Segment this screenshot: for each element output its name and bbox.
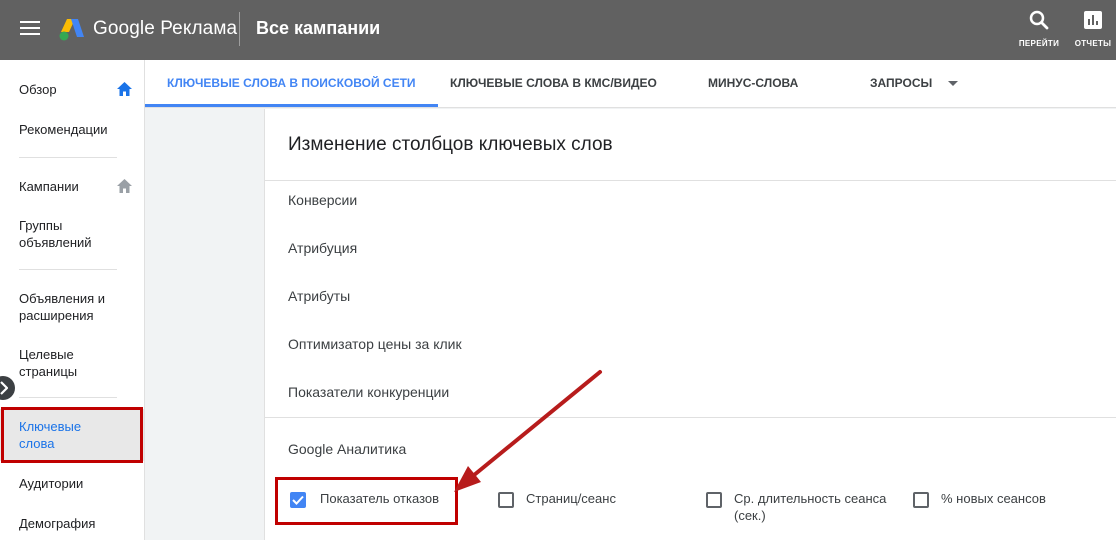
checkbox-pages-per-session[interactable]: Страниц/сеанс [498,490,648,514]
sidebar-item-demographics[interactable]: Демография [0,515,144,532]
sidebar-item-label: Ключевые слова [19,419,82,451]
sidebar-item-recommendations[interactable]: Рекомендации [0,121,144,138]
sidebar-divider [19,157,117,158]
search-icon [1029,10,1049,30]
checkbox-new-sessions[interactable]: % новых сеансов [913,490,1073,514]
tab-negative-keywords[interactable]: МИНУС-СЛОВА [708,60,798,107]
home-icon [117,179,132,193]
sidebar-item-keywords[interactable]: Ключевые слова [0,409,144,461]
panel-title: Изменение столбцов ключевых слов [288,134,613,155]
checkbox-bounce-rate[interactable]: Показатель отказов [290,490,450,514]
category-competitive-metrics[interactable]: Показатели конкуренции [288,384,449,400]
header-divider [239,12,240,46]
keyword-tabs: КЛЮЧЕВЫЕ СЛОВА В ПОИСКОВОЙ СЕТИ КЛЮЧЕВЫЕ… [145,60,1116,108]
left-navigation: Обзор Рекомендации Кампании Группы объяв… [0,60,145,540]
category-attribution[interactable]: Атрибуция [288,240,357,256]
sidebar-divider [19,269,117,270]
checkbox-avg-session-duration[interactable]: Ср. длительность сеанса (сек.) [706,490,906,526]
checkbox-label-line2: (сек.) [734,508,766,523]
sidebar-item-label: Группы объявлений [19,218,92,250]
tab-label: КЛЮЧЕВЫЕ СЛОВА В ПОИСКОВОЙ СЕТИ [167,76,416,90]
category-cpc-optimizer[interactable]: Оптимизатор цены за клик [288,336,462,352]
sidebar-divider [19,397,117,398]
top-app-bar: Google Реклама Все кампании ПЕРЕЙТИ ОТЧЕ… [0,0,1116,60]
modify-columns-panel: Изменение столбцов ключевых слов Конверс… [264,109,1116,540]
sidebar-item-label: Демография [19,516,96,531]
sidebar-item-ad-groups[interactable]: Группы объявлений [0,217,110,251]
hamburger-menu-icon[interactable] [20,21,40,37]
reports-button[interactable]: ОТЧЕТЫ [1068,10,1116,48]
checkbox-empty-icon [913,492,929,508]
home-icon [117,82,132,96]
checkbox-label: % новых сеансов [941,491,1046,506]
checkbox-empty-icon [706,492,722,508]
sidebar-item-label: Обзор [19,82,57,97]
category-conversions[interactable]: Конверсии [288,192,357,208]
google-ads-logo-icon [59,19,84,41]
sidebar-item-label: Рекомендации [19,122,108,137]
tab-display-video-keywords[interactable]: КЛЮЧЕВЫЕ СЛОВА В КМС/ВИДЕО [450,60,657,107]
page-title: Все кампании [256,18,381,38]
panel-divider [265,180,1116,181]
bar-chart-icon [1084,11,1102,29]
sidebar-item-landing-pages[interactable]: Целевые страницы [0,346,100,380]
category-attributes[interactable]: Атрибуты [288,288,350,304]
category-google-analytics[interactable]: Google Аналитика [288,441,406,457]
panel-divider [265,417,1116,418]
checkbox-label: Страниц/сеанс [526,491,616,506]
checkbox-empty-icon [498,492,514,508]
chevron-right-icon [0,381,8,395]
caret-down-icon [947,81,958,87]
reports-label: ОТЧЕТЫ [1074,39,1112,48]
tab-label: МИНУС-СЛОВА [708,76,799,90]
tab-search-keywords[interactable]: КЛЮЧЕВЫЕ СЛОВА В ПОИСКОВОЙ СЕТИ [145,60,438,107]
tab-label: ЗАПРОСЫ [870,76,933,90]
tab-label: КЛЮЧЕВЫЕ СЛОВА В КМС/ВИДЕО [450,76,657,90]
checkbox-label: Показатель отказов [320,491,440,506]
sidebar-item-audiences[interactable]: Аудитории [0,475,144,492]
sidebar-item-ads-extensions[interactable]: Объявления и расширения [0,290,118,324]
checkbox-checked-icon [290,492,306,508]
brand-name: Google Реклама [93,18,238,39]
sidebar-item-label: Объявления и расширения [19,291,106,323]
go-to-label: ПЕРЕЙТИ [1018,39,1060,48]
go-to-button[interactable]: ПЕРЕЙТИ [1014,10,1064,48]
sidebar-item-label: Целевые страницы [19,347,78,379]
sidebar-item-label: Кампании [19,179,79,194]
checkbox-label: Ср. длительность сеанса [734,491,887,506]
tab-search-terms[interactable]: ЗАПРОСЫ [870,60,958,107]
sidebar-item-label: Аудитории [19,476,84,491]
